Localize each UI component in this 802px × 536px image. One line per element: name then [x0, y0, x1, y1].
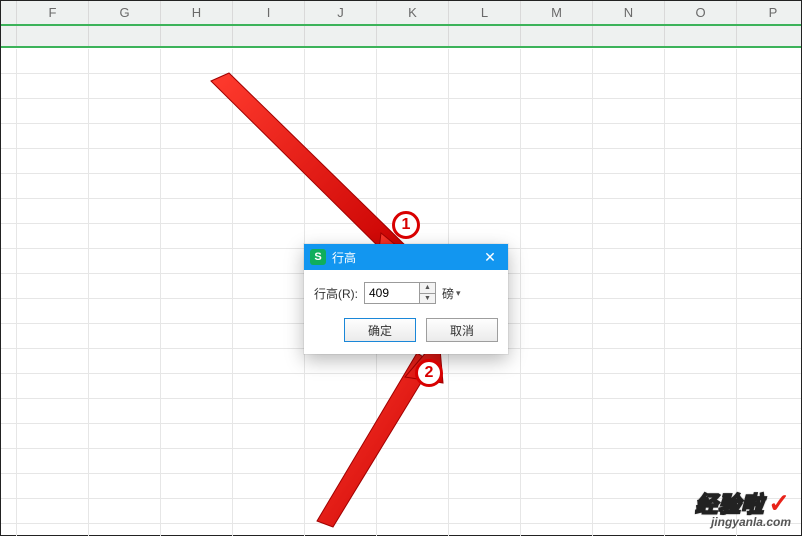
dialog-title: 行高 [332, 249, 356, 266]
unit-dropdown[interactable]: 磅 ▾ [442, 285, 461, 302]
colhead-N[interactable]: N [593, 1, 665, 24]
colhead-I[interactable]: I [233, 1, 305, 24]
row-height-input[interactable] [365, 283, 419, 303]
column-headers-row: F G H I J K L M N O P [1, 1, 801, 25]
row-height-stepper[interactable]: ▲ ▼ [364, 282, 436, 304]
unit-label: 磅 [442, 285, 454, 302]
close-button[interactable]: ✕ [472, 244, 508, 270]
annotation-badge-1: 1 [392, 211, 420, 239]
app-icon: S [310, 249, 326, 265]
ok-button[interactable]: 确定 [344, 318, 416, 342]
colhead-O[interactable]: O [665, 1, 737, 24]
colhead-P[interactable]: P [737, 1, 802, 24]
watermark: 经验啦 ✓ jingyanla.com [695, 487, 791, 529]
close-icon: ✕ [484, 249, 496, 266]
colhead-J[interactable]: J [305, 1, 377, 24]
colhead-M[interactable]: M [521, 1, 593, 24]
selected-row [1, 24, 801, 48]
colhead-K[interactable]: K [377, 1, 449, 24]
colhead-G[interactable]: G [89, 1, 161, 24]
colhead-F[interactable]: F [17, 1, 89, 24]
spin-down-button[interactable]: ▼ [420, 293, 435, 304]
colhead-H[interactable]: H [161, 1, 233, 24]
colhead-L[interactable]: L [449, 1, 521, 24]
cancel-button[interactable]: 取消 [426, 318, 498, 342]
chevron-down-icon: ▾ [456, 288, 461, 299]
dialog-titlebar[interactable]: S 行高 ✕ [304, 244, 508, 270]
colhead-pad [1, 1, 17, 24]
spin-up-button[interactable]: ▲ [420, 283, 435, 293]
row-height-dialog: S 行高 ✕ 行高(R): ▲ ▼ 磅 ▾ [304, 244, 508, 354]
annotation-badge-2: 2 [415, 359, 443, 387]
row-height-label: 行高(R): [314, 285, 358, 302]
